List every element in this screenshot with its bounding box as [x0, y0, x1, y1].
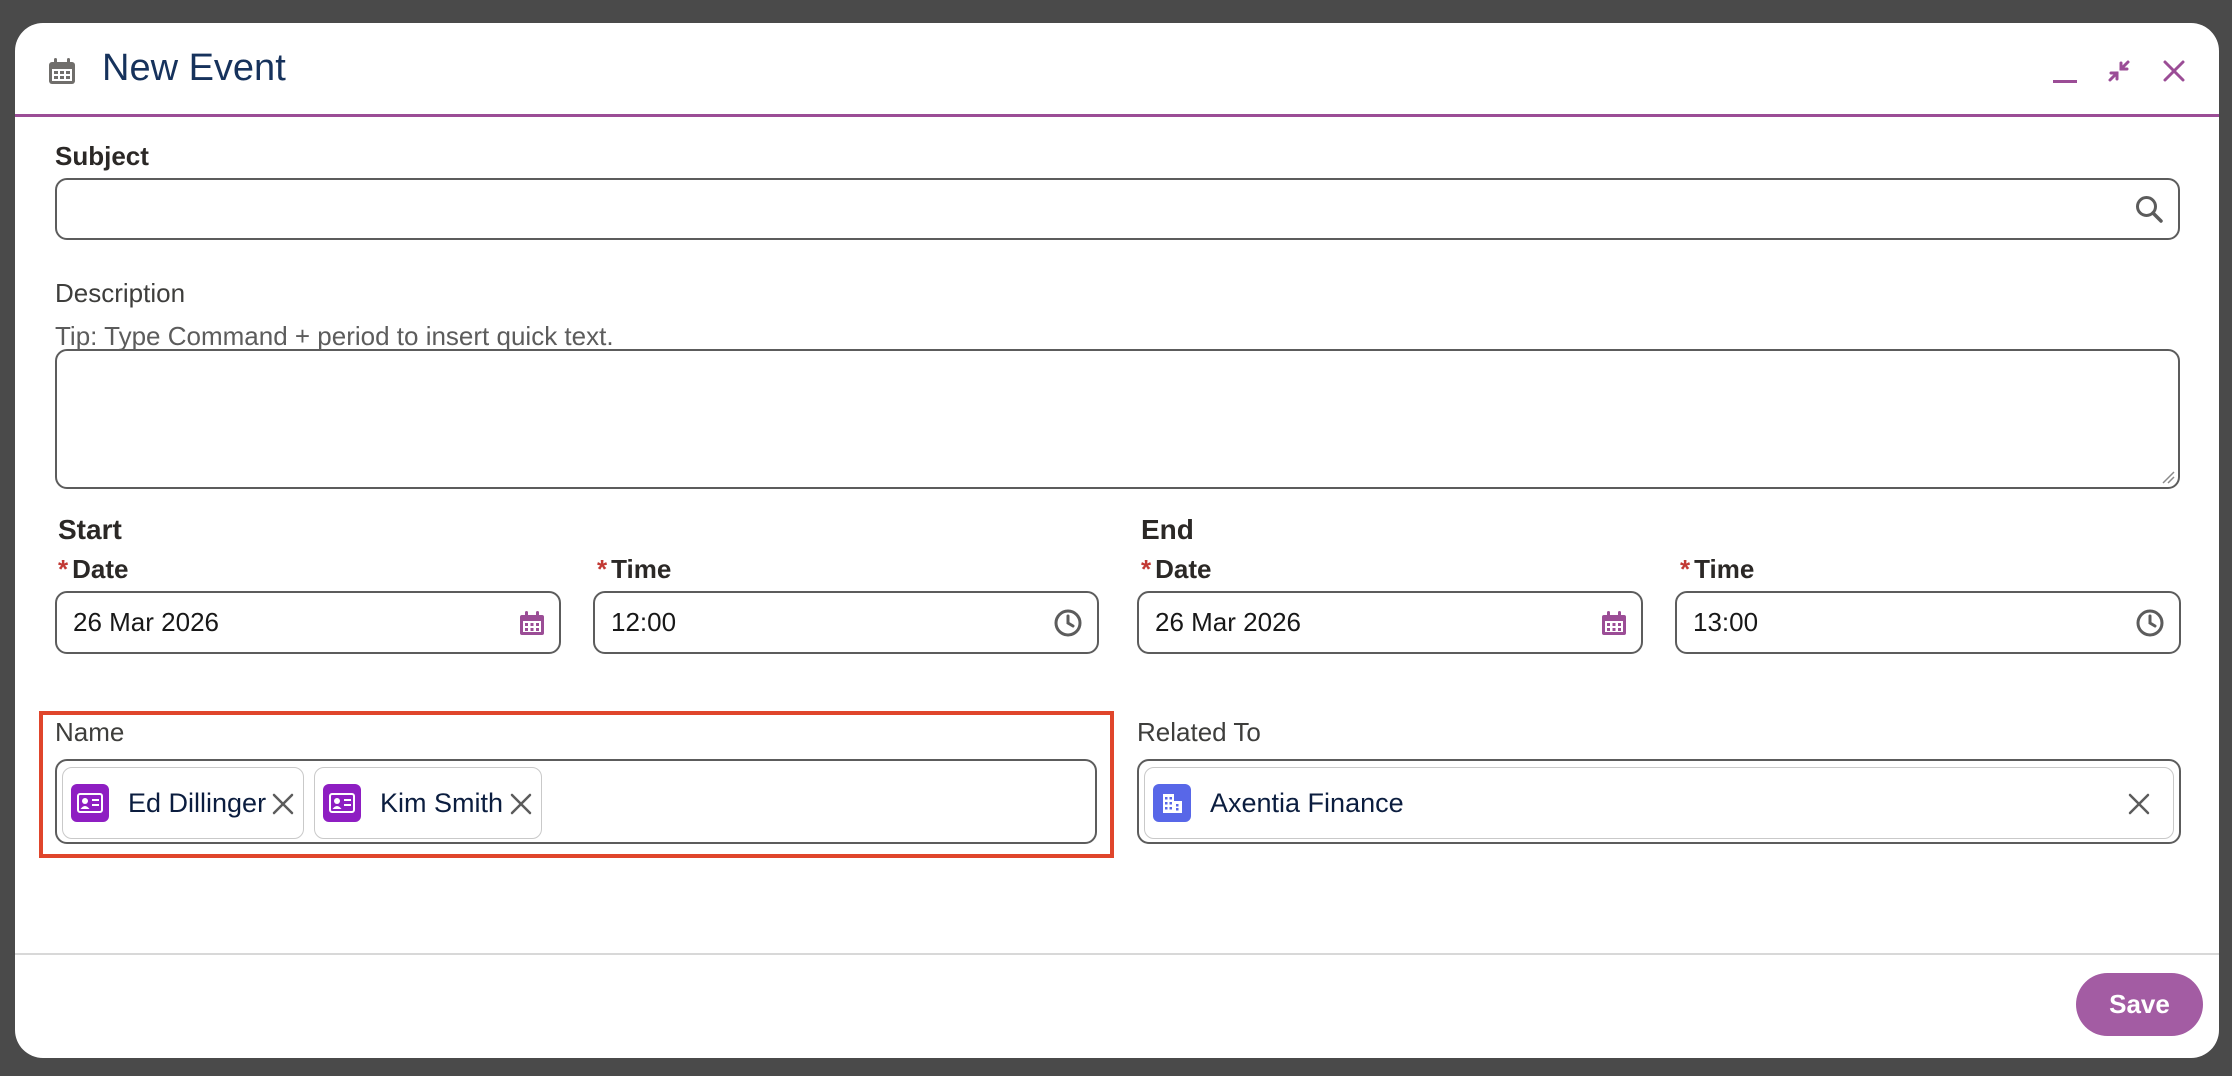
related-to-value: Axentia Finance [1210, 787, 1404, 818]
contact-icon [323, 784, 361, 822]
start-date-label: * Date [58, 553, 128, 585]
name-multiselect[interactable]: Ed Dillinger Kim Smith [55, 759, 1097, 844]
modal-title: New Event [102, 47, 286, 89]
description-tip: Tip: Type Command + period to insert qui… [55, 321, 614, 351]
start-date-input[interactable]: 26 Mar 2026 [55, 591, 561, 654]
end-time-label-text: Time [1694, 554, 1755, 584]
name-pill-label: Ed Dillinger [128, 787, 267, 818]
footer-divider [15, 953, 2219, 955]
start-date-value: 26 Mar 2026 [73, 607, 219, 637]
required-mark: * [1141, 554, 1152, 584]
minimize-icon[interactable] [2047, 53, 2083, 89]
end-date-label-text: Date [1155, 554, 1212, 584]
clock-icon[interactable] [1053, 608, 1083, 638]
required-mark: * [58, 554, 69, 584]
start-date-label-text: Date [72, 554, 129, 584]
end-time-label: * Time [1680, 553, 1754, 585]
required-mark: * [597, 554, 608, 584]
start-section-label: Start [58, 514, 122, 545]
related-to-lookup[interactable]: Axentia Finance [1137, 759, 2181, 844]
start-time-input[interactable]: 12:00 [593, 591, 1099, 654]
name-pill[interactable]: Ed Dillinger [62, 767, 304, 839]
new-event-modal: New Event Subject Description Tip: Type … [15, 23, 2219, 1058]
start-time-value: 12:00 [611, 607, 677, 637]
start-time-label: * Time [597, 553, 671, 585]
clock-icon[interactable] [2135, 608, 2165, 638]
related-to-label: Related To [1137, 717, 1261, 747]
description-label: Description [55, 278, 186, 308]
name-label: Name [55, 717, 125, 747]
collapse-icon[interactable] [2101, 53, 2137, 89]
end-time-value: 13:00 [1693, 607, 1759, 637]
contact-icon [71, 784, 109, 822]
calendar-icon [49, 58, 75, 84]
remove-pill-icon[interactable] [269, 790, 297, 818]
remove-pill-icon[interactable] [507, 790, 535, 818]
close-icon[interactable] [2156, 53, 2192, 89]
name-pill[interactable]: Kim Smith [314, 767, 542, 839]
required-mark: * [1680, 554, 1691, 584]
search-icon[interactable] [2134, 194, 2164, 224]
subject-input[interactable] [55, 178, 2180, 240]
account-icon [1153, 784, 1191, 822]
end-date-label: * Date [1141, 553, 1211, 585]
calendar-icon[interactable] [1601, 610, 1627, 636]
start-time-label-text: Time [611, 554, 672, 584]
resize-handle-icon[interactable] [2161, 470, 2175, 484]
name-pill-label: Kim Smith [380, 787, 504, 818]
related-to-pill[interactable]: Axentia Finance [1144, 767, 2174, 839]
clear-selection-icon[interactable] [2125, 790, 2153, 818]
subject-label: Subject [55, 141, 149, 171]
end-date-input[interactable]: 26 Mar 2026 [1137, 591, 1643, 654]
end-date-value: 26 Mar 2026 [1155, 607, 1301, 637]
description-textarea[interactable] [55, 349, 2180, 489]
end-section-label: End [1141, 514, 1194, 545]
modal-header: New Event [15, 23, 2219, 117]
calendar-icon[interactable] [519, 610, 545, 636]
save-button[interactable]: Save [2076, 973, 2203, 1036]
end-time-input[interactable]: 13:00 [1675, 591, 2181, 654]
